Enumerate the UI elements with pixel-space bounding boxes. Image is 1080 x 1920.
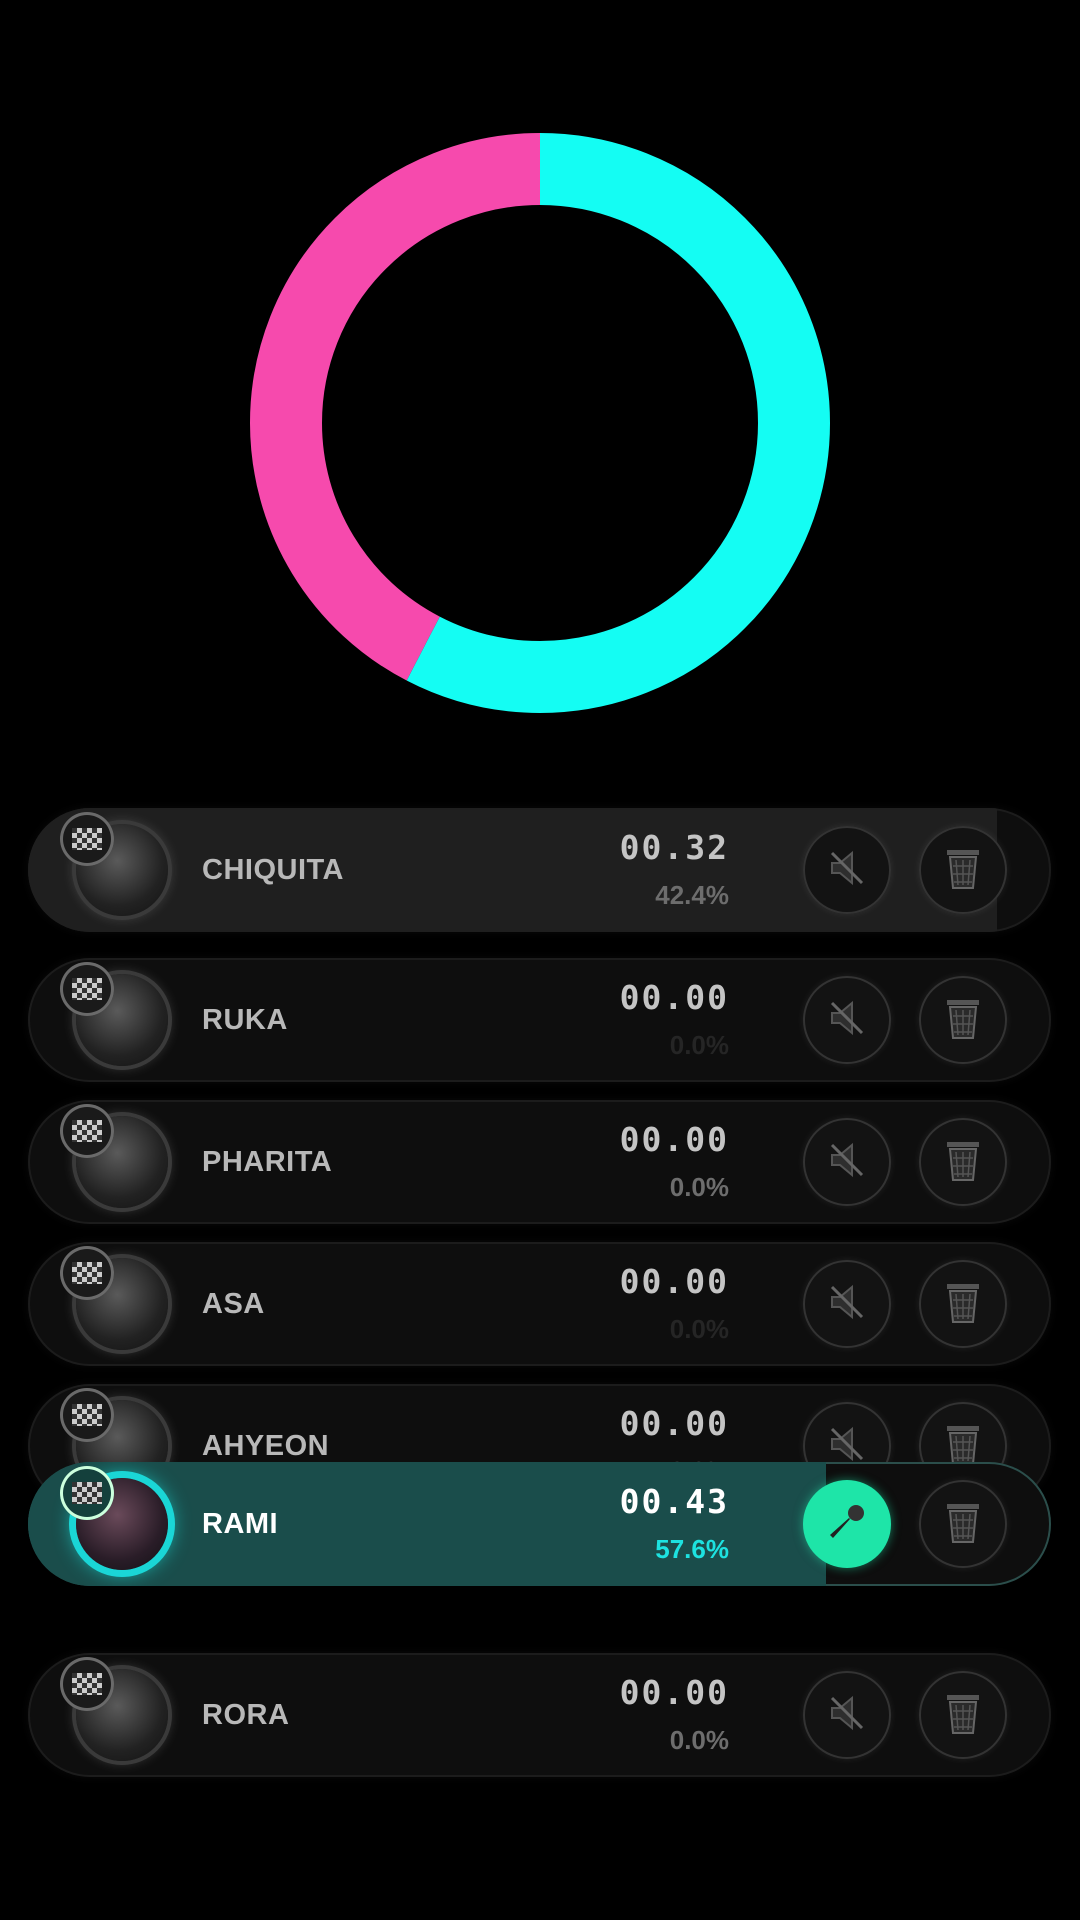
- contestant-row[interactable]: PHARITA 00.00 0.0%: [28, 1100, 1051, 1224]
- checkered-flag-icon[interactable]: [60, 962, 114, 1016]
- delete-button[interactable]: [919, 1480, 1007, 1568]
- microphone-button[interactable]: [803, 1480, 891, 1568]
- contestant-name: RORA: [202, 1699, 290, 1731]
- microphone-icon: [823, 1498, 871, 1551]
- contestant-name: RAMI: [202, 1508, 279, 1540]
- delete-button[interactable]: [919, 1118, 1007, 1206]
- time-value: 00.32: [619, 828, 729, 867]
- contestant-name: PHARITA: [202, 1146, 333, 1178]
- checkered-flag-icon[interactable]: [60, 1388, 114, 1442]
- speaker-mute-icon: [824, 1279, 870, 1330]
- trash-icon: [941, 1136, 985, 1189]
- time-value: 00.00: [619, 978, 729, 1017]
- share-percent: 42.4%: [655, 880, 729, 910]
- checkered-flag-icon[interactable]: [60, 1104, 114, 1158]
- share-percent: 0.0%: [669, 1314, 729, 1344]
- checkered-flag-icon[interactable]: [60, 1657, 114, 1711]
- contestant-row[interactable]: RUKA 00.00 0.0%: [28, 958, 1051, 1082]
- time-value: 00.00: [619, 1120, 729, 1159]
- share-percent: 57.6%: [655, 1534, 729, 1564]
- contestant-row[interactable]: RAMI 00.43 57.6%: [28, 1462, 1051, 1586]
- speaker-mute-icon: [824, 845, 870, 896]
- delete-button[interactable]: [919, 826, 1007, 914]
- time-value: 00.00: [619, 1673, 729, 1712]
- trash-icon: [941, 844, 985, 897]
- contestant-name: ASA: [202, 1288, 265, 1320]
- time-value: 00.00: [619, 1404, 729, 1443]
- mute-button[interactable]: [803, 826, 891, 914]
- delete-button[interactable]: [919, 1260, 1007, 1348]
- trash-icon: [941, 1689, 985, 1742]
- mute-button[interactable]: [803, 1118, 891, 1206]
- mute-button[interactable]: [803, 1671, 891, 1759]
- speaker-mute-icon: [824, 1690, 870, 1741]
- share-donut-chart: [250, 133, 830, 713]
- delete-button[interactable]: [919, 976, 1007, 1064]
- time-value: 00.00: [619, 1262, 729, 1301]
- mute-button[interactable]: [803, 976, 891, 1064]
- checkered-flag-icon[interactable]: [60, 1466, 114, 1520]
- share-percent: 0.0%: [669, 1725, 729, 1755]
- contestant-name: RUKA: [202, 1004, 288, 1036]
- checkered-flag-icon[interactable]: [60, 1246, 114, 1300]
- trash-icon: [941, 994, 985, 1047]
- contestant-row[interactable]: CHIQUITA 00.32 42.4%: [28, 808, 1051, 932]
- speaker-mute-icon: [824, 995, 870, 1046]
- trash-icon: [941, 1498, 985, 1551]
- mute-button[interactable]: [803, 1260, 891, 1348]
- delete-button[interactable]: [919, 1671, 1007, 1759]
- contestant-row[interactable]: RORA 00.00 0.0%: [28, 1653, 1051, 1777]
- trash-icon: [941, 1278, 985, 1331]
- speaker-mute-icon: [824, 1137, 870, 1188]
- time-value: 00.43: [619, 1482, 729, 1521]
- share-percent: 0.0%: [669, 1030, 729, 1060]
- contestant-name: CHIQUITA: [202, 854, 345, 886]
- checkered-flag-icon[interactable]: [60, 812, 114, 866]
- contestant-row[interactable]: ASA 00.00 0.0%: [28, 1242, 1051, 1366]
- share-percent: 0.0%: [669, 1172, 729, 1202]
